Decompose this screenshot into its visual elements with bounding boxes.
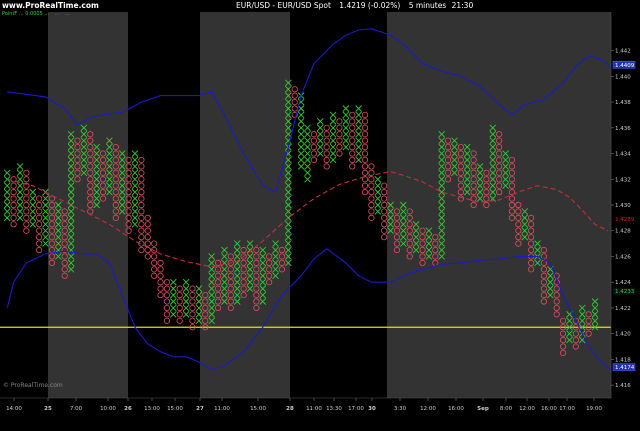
time-label: 21:30 bbox=[451, 1, 474, 10]
time-tick-label: 14:00 bbox=[6, 406, 22, 412]
time-tick-label: 16:00 bbox=[541, 406, 557, 412]
price-value-label: 1.4409 bbox=[615, 63, 635, 69]
time-tick-label: 13:00 bbox=[144, 406, 160, 412]
instrument-title: EUR/USD - EUR/USD Spot bbox=[236, 1, 331, 10]
price-tick-label: 1.442 bbox=[615, 49, 631, 55]
time-tick-label: 12:00 bbox=[519, 406, 535, 412]
time-tick-label: 10:00 bbox=[100, 406, 116, 412]
price-tick-label: 1.420 bbox=[615, 332, 631, 338]
price-axis-bg bbox=[611, 12, 640, 415]
time-axis-bg bbox=[0, 398, 640, 427]
time-tick-label: 30 bbox=[368, 406, 376, 412]
price-tick-label: 1.426 bbox=[615, 254, 631, 260]
time-tick-label: 11:00 bbox=[306, 406, 322, 412]
time-tick-label: 16:00 bbox=[448, 406, 464, 412]
time-tick-label: 17:00 bbox=[559, 406, 575, 412]
time-tick-label: 11:00 bbox=[214, 406, 230, 412]
price-tick-label: 1.424 bbox=[615, 280, 631, 286]
time-tick-label: 15:00 bbox=[167, 406, 183, 412]
legend-average: ... bbox=[65, 11, 70, 17]
price-tick-label: 1.428 bbox=[615, 229, 631, 235]
price-tick-label: 1.422 bbox=[615, 306, 631, 312]
price-value-label: 1.4233 bbox=[615, 289, 635, 295]
price-readout: 1.4219 (-0.02%) bbox=[339, 1, 401, 10]
price-value-label: 1.4289 bbox=[615, 217, 635, 223]
time-tick-label: 3:30 bbox=[394, 406, 407, 412]
price-tick-label: 1.436 bbox=[615, 126, 631, 132]
time-tick-label: 25 bbox=[44, 406, 52, 412]
session-band bbox=[200, 12, 290, 398]
price-tick-label: 1.432 bbox=[615, 177, 631, 183]
time-tick-label: 12:00 bbox=[420, 406, 436, 412]
time-tick-label: 13:30 bbox=[326, 406, 342, 412]
chart-title: EUR/USD - EUR/USD Spot 1.4219 (-0.02%) 5… bbox=[236, 0, 473, 12]
price-tick-label: 1.434 bbox=[615, 152, 631, 158]
price-tick-label: 1.418 bbox=[615, 357, 631, 363]
time-axis: 14:00 25 7:00 10:00 26 13:00 15:00 27 11:00 15:00… bbox=[0, 397, 640, 427]
price-value-label: 1.4174 bbox=[615, 365, 635, 371]
price-tick-label: 1.416 bbox=[615, 383, 631, 389]
time-tick-label: 19:00 bbox=[586, 406, 602, 412]
time-tick-label: 7:00 bbox=[70, 406, 83, 412]
session-band bbox=[48, 12, 128, 398]
time-tick-label: 17:00 bbox=[348, 406, 364, 412]
legend-pnf: PointF ... 0.0005 ... bbox=[2, 11, 50, 17]
price-axis: 1.442 1.440 1.438 1.436 1.434 1.432 1.430 1.428… bbox=[610, 12, 640, 415]
time-tick-label: 27 bbox=[196, 406, 204, 412]
chart-window: 1.442 1.440 1.438 1.436 1.434 1.432 1.430 1.428… bbox=[0, 0, 640, 427]
price-tick-label: 1.438 bbox=[615, 100, 631, 106]
watermark: © ProRealTime.com bbox=[3, 382, 63, 389]
indicator-legend: PointF ... 0.0005 ... ... ... bbox=[2, 10, 70, 22]
price-tick-label: 1.440 bbox=[615, 74, 631, 80]
time-tick-label: Sep bbox=[477, 406, 489, 412]
time-tick-label: 8:00 bbox=[500, 406, 513, 412]
time-tick-label: 26 bbox=[124, 406, 132, 412]
session-bands bbox=[4, 12, 611, 398]
time-tick-label: 28 bbox=[286, 406, 294, 412]
price-tick-label: 1.430 bbox=[615, 203, 631, 209]
interval-label: 5 minutes bbox=[408, 1, 447, 10]
time-tick-label: 15:00 bbox=[250, 406, 266, 412]
legend-bands: ... bbox=[54, 11, 60, 17]
pnf-chart[interactable]: 1.442 1.440 1.438 1.436 1.434 1.432 1.430 1.428… bbox=[0, 0, 640, 427]
